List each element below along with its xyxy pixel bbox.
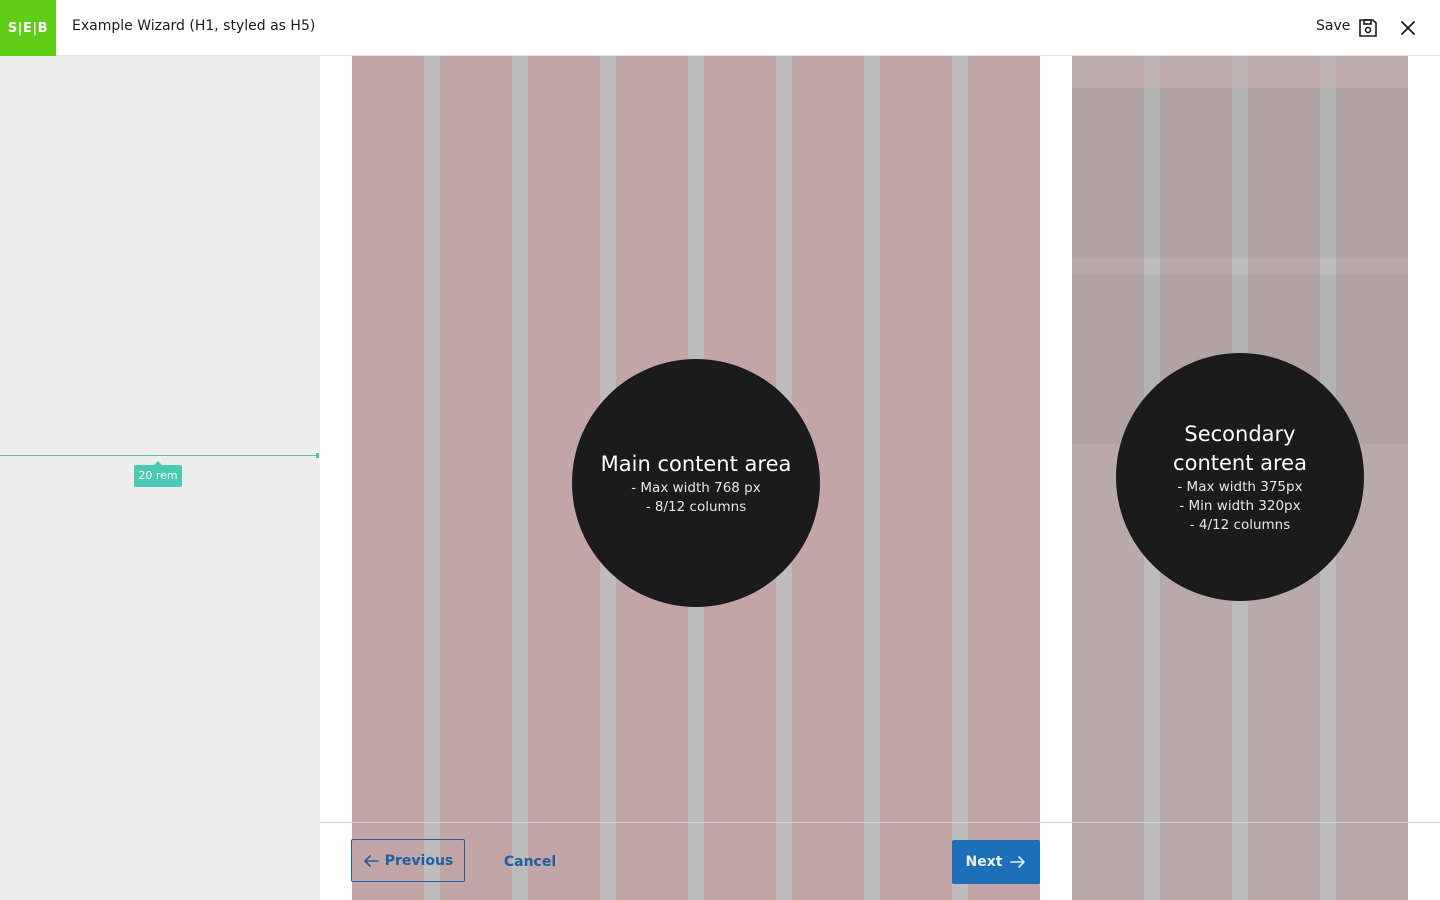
arrow-right-icon	[1010, 856, 1026, 868]
secondary-content-detail: - 4/12 columns	[1189, 516, 1291, 533]
grid-column	[352, 56, 424, 900]
main-content-heading: Main content area	[600, 451, 792, 476]
main-content-detail: - Max width 768 px	[631, 479, 761, 496]
secondary-content-heading: content area	[1173, 450, 1307, 475]
width-measure-tick	[316, 453, 319, 458]
grid-column	[968, 56, 1040, 900]
grid-row-band	[1072, 56, 1408, 88]
secondary-content-detail: - Max width 375px	[1177, 478, 1303, 495]
next-button[interactable]: Next	[952, 840, 1040, 884]
footer-divider	[320, 822, 1440, 823]
top-bar: S|E|B Example Wizard (H1, styled as H5) …	[0, 0, 1440, 56]
save-button[interactable]: Save	[1316, 18, 1350, 34]
arrow-left-icon	[363, 854, 379, 867]
grid-row-band	[1072, 88, 1408, 258]
page-title: Example Wizard (H1, styled as H5)	[72, 18, 316, 34]
main-content-area-label: Main content area - Max width 768 px - 8…	[572, 359, 820, 607]
save-icon[interactable]	[1357, 17, 1379, 39]
secondary-content-heading: Secondary	[1184, 421, 1296, 446]
close-icon[interactable]	[1399, 19, 1417, 37]
secondary-content-detail: - Min width 320px	[1179, 497, 1301, 514]
seb-logo: S|E|B	[0, 0, 56, 56]
secondary-content-area-label: Secondary content area - Max width 375px…	[1116, 353, 1364, 601]
previous-button[interactable]: Previous	[351, 839, 465, 882]
width-measure-label: 20 rem	[134, 461, 182, 487]
grid-column	[880, 56, 952, 900]
next-button-label: Next	[965, 854, 1003, 870]
cancel-button[interactable]: Cancel	[493, 849, 567, 875]
grid-column	[440, 56, 512, 900]
width-measure-line	[0, 455, 318, 456]
main-content-detail: - 8/12 columns	[645, 498, 747, 515]
previous-button-label: Previous	[384, 852, 454, 869]
